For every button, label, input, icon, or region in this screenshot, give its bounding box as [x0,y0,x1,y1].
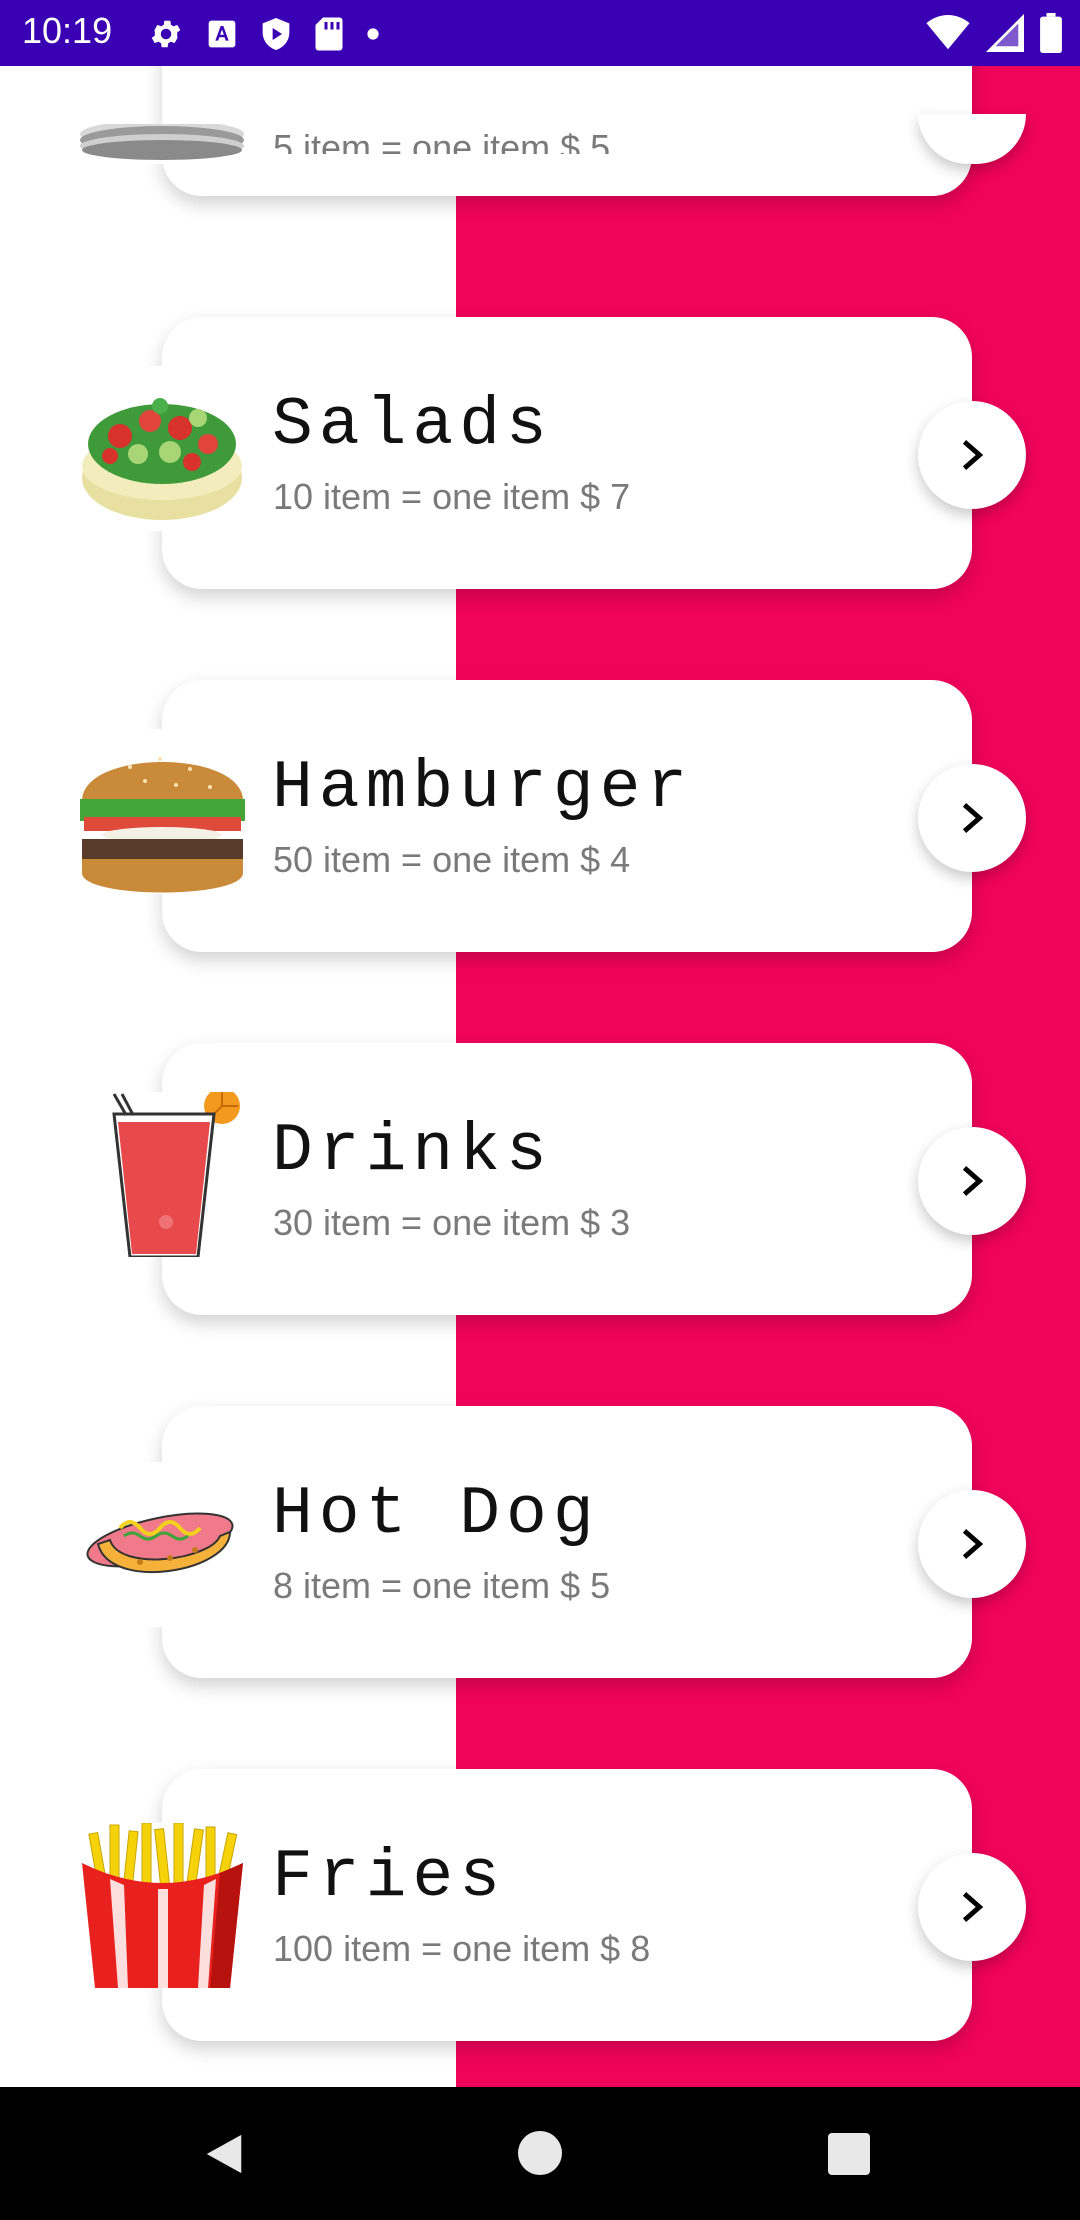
shield-play-icon [262,18,290,50]
sd-card-icon [315,17,343,51]
menu-item-subtitle: 50 item = one item $ 4 [273,839,631,880]
menu-item-title: Fries [272,1839,507,1916]
menu-item-title: Salads [272,387,553,464]
chevron-right-icon [962,803,984,833]
chevron-right-icon [962,1166,984,1196]
hamburger-icon [80,729,245,894]
menu-item-card[interactable]: 5 item = one item $ 5 [80,66,1026,196]
plate-icon [80,124,245,164]
salad-icon [80,366,245,531]
menu-item-subtitle: 10 item = one item $ 7 [273,476,631,517]
menu-item-subtitle: 30 item = one item $ 3 [273,1202,631,1243]
settings-icon [151,20,181,48]
font-a-icon [208,20,236,48]
open-salads-button[interactable] [918,401,1026,509]
dot-icon [367,28,379,40]
menu-item-subtitle: 5 item = one item $ 5 [273,132,611,154]
open-hamburger-button[interactable] [918,764,1026,872]
drink-icon [80,1088,245,1259]
menu-item-subtitle: 8 item = one item $ 5 [273,1565,611,1606]
hot-dog-icon [80,1462,245,1627]
menu-item-title: Hot Dog [272,1476,600,1553]
fries-icon [80,1822,245,1988]
menu-item-title: Hamburger [272,750,694,827]
back-icon[interactable] [202,2131,246,2177]
open-drinks-button[interactable] [918,1127,1026,1235]
status-icons-right [926,12,1062,54]
open-hot-dog-button[interactable] [918,1490,1026,1598]
menu-item-title: Drinks [272,1113,553,1190]
open-fries-button[interactable] [918,1853,1026,1961]
chevron-right-icon [962,1529,984,1559]
cellular-signal-icon [986,14,1024,52]
home-icon[interactable] [518,2131,562,2175]
recents-icon[interactable] [828,2133,870,2175]
menu-list[interactable]: 5 item = one item $ 5 Salads 10 item = o… [0,66,1080,2087]
status-time: 10:19 [22,10,113,51]
status-bar: 10:19 [0,0,1080,66]
menu-item-subtitle: 100 item = one item $ 8 [273,1928,651,1969]
status-icons-left [148,14,380,54]
chevron-right-icon [962,1892,984,1922]
chevron-right-icon [962,440,984,470]
wifi-icon [926,15,970,50]
navigation-bar [0,2087,1080,2220]
battery-icon [1040,13,1062,53]
